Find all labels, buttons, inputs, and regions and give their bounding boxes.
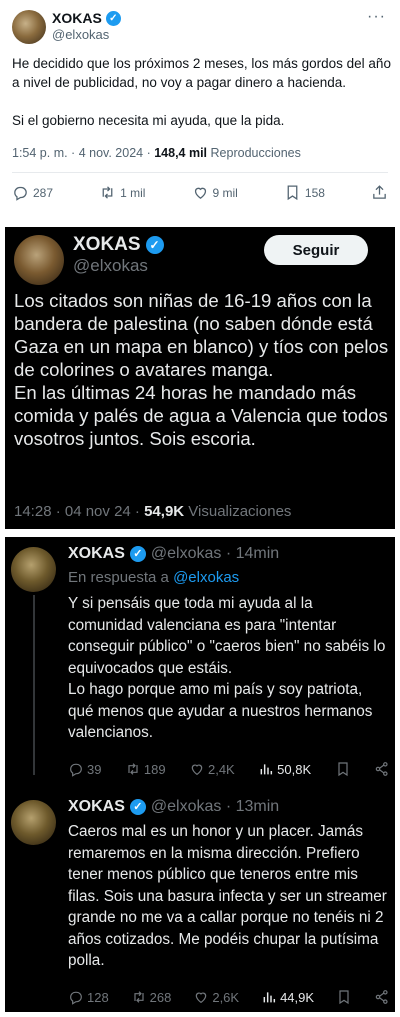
- follow-button[interactable]: Seguir: [264, 235, 368, 265]
- heart-icon: [191, 764, 203, 776]
- author-name[interactable]: XOKAS: [73, 234, 141, 256]
- like-count: 2,6K: [212, 989, 240, 1005]
- like-count: 9 mil: [212, 185, 238, 200]
- like-button[interactable]: 2,6K: [193, 989, 239, 1005]
- avatar[interactable]: [11, 547, 56, 592]
- verified-icon: ✓: [129, 799, 146, 815]
- tweet-text: He decidido que los próximos 2 meses, lo…: [12, 54, 392, 149]
- bookmark-icon: [337, 762, 348, 777]
- verified-icon: ✓: [145, 236, 164, 254]
- author-name[interactable]: XOKAS: [68, 545, 125, 563]
- reply-icon: [14, 186, 27, 201]
- action-bar: 128 268 2,6K 44,9K: [68, 989, 390, 1005]
- retweet-count: 1 mil: [120, 185, 146, 200]
- verified-icon: ✓: [105, 10, 121, 26]
- reply-button[interactable]: 128: [68, 989, 109, 1005]
- heart-icon: [196, 992, 207, 1004]
- tweet-paragraph: Si el gobierno necesita mi ayuda, que la…: [12, 113, 285, 128]
- in-reply-prefix: En respuesta a: [68, 569, 174, 586]
- thread-line: [33, 595, 35, 775]
- avatar[interactable]: [12, 10, 46, 44]
- reply-count: 128: [87, 989, 109, 1005]
- divider: [12, 172, 388, 173]
- retweet-button[interactable]: 189: [125, 761, 166, 777]
- more-options-icon[interactable]: ···: [367, 8, 386, 26]
- action-bar: 39 189 2,4K 50,8K: [68, 761, 390, 777]
- tweet-meta: 1:54 p. m. · 4 nov. 2024 · 148,4 mil Rep…: [12, 146, 301, 160]
- handle-time[interactable]: @elxokas · 13min: [151, 798, 279, 816]
- share-button[interactable]: [374, 761, 390, 777]
- like-button[interactable]: 2,4K: [189, 761, 235, 777]
- bookmark-button[interactable]: 158: [284, 184, 325, 201]
- reply-icon: [70, 763, 82, 777]
- reply-header: XOKAS ✓ @elxokas · 14min: [68, 545, 279, 563]
- reply-tweet: XOKAS ✓ @elxokas · 14min En respuesta a …: [5, 537, 395, 782]
- retweet-button[interactable]: 1 mil: [99, 184, 145, 201]
- reply-button[interactable]: 39: [68, 761, 101, 777]
- retweet-count: 268: [149, 989, 172, 1005]
- views-button[interactable]: 50,8K: [258, 761, 311, 777]
- share-icon: [375, 990, 388, 1004]
- reply-button[interactable]: 287: [12, 184, 53, 201]
- tweet-timestamp[interactable]: 1:54 p. m. · 4 nov. 2024 ·: [12, 146, 154, 160]
- author-name-row[interactable]: XOKAS ✓: [52, 10, 121, 26]
- reply-icon: [70, 991, 82, 1005]
- heart-icon: [194, 187, 206, 199]
- retweet-count: 189: [143, 761, 166, 777]
- author-handle[interactable]: @elxokas: [52, 27, 109, 42]
- view-count: 44,9K: [280, 989, 315, 1005]
- avatar[interactable]: [11, 800, 56, 845]
- tweet-text: Caeros mal es un honor y un placer. Jamá…: [68, 823, 387, 969]
- author-name[interactable]: XOKAS: [68, 798, 125, 816]
- tweet-timestamp[interactable]: 14:28 · 04 nov 24 ·: [14, 503, 144, 520]
- bookmark-button[interactable]: [336, 989, 352, 1005]
- bar-chart-icon: [260, 764, 273, 775]
- author-name-row[interactable]: XOKAS ✓: [73, 234, 164, 256]
- like-count: 2,4K: [207, 761, 235, 777]
- view-label: Visualizaciones: [184, 503, 292, 520]
- share-button[interactable]: [374, 989, 390, 1005]
- bookmark-count: 158: [304, 185, 325, 200]
- reply-header: XOKAS ✓ @elxokas · 13min: [68, 798, 279, 816]
- action-bar: 287 1 mil 9 mil 158: [12, 184, 388, 201]
- tweet-text: Los citados son niñas de 16-19 años con …: [14, 290, 389, 449]
- handle-time[interactable]: @elxokas · 14min: [151, 545, 279, 563]
- in-reply-handle-link[interactable]: @elxokas: [173, 569, 239, 586]
- tweet-main: XOKAS ✓ @elxokas ··· He decidido que los…: [0, 0, 400, 222]
- bar-chart-icon: [263, 992, 276, 1003]
- like-button[interactable]: 9 mil: [192, 184, 238, 201]
- tweet-text: Y si pensáis que toda mi ayuda al la com…: [68, 595, 386, 741]
- bookmark-icon: [339, 990, 349, 1005]
- avatar[interactable]: [14, 235, 64, 285]
- reply-thread: XOKAS ✓ @elxokas · 14min En respuesta a …: [5, 537, 395, 1012]
- share-button[interactable]: [371, 184, 388, 201]
- view-count: 148,4 mil: [154, 146, 208, 160]
- tweet-paragraph: He decidido que los próximos 2 meses, lo…: [12, 56, 391, 90]
- verified-icon: ✓: [129, 546, 146, 562]
- reply-count: 287: [33, 185, 54, 200]
- in-reply-to: En respuesta a @elxokas: [68, 569, 239, 586]
- tweet-meta: 14:28 · 04 nov 24 · 54,9K Visualizacione…: [14, 503, 291, 520]
- bookmark-icon: [287, 185, 298, 201]
- view-label: Reproducciones: [207, 146, 301, 160]
- author-name[interactable]: XOKAS: [52, 10, 102, 26]
- share-icon: [375, 762, 388, 776]
- retweet-icon: [102, 186, 113, 199]
- retweet-icon: [128, 763, 138, 775]
- retweet-button[interactable]: 268: [131, 989, 172, 1005]
- reply-tweet: XOKAS ✓ @elxokas · 13min Caeros mal es u…: [5, 792, 395, 1012]
- view-count: 50,8K: [277, 761, 312, 777]
- view-count: 54,9K: [144, 503, 185, 520]
- author-handle[interactable]: @elxokas: [73, 256, 148, 276]
- quoted-tweet-screenshot: XOKAS ✓ @elxokas Seguir Los citados son …: [5, 227, 395, 529]
- share-icon: [373, 185, 386, 199]
- bookmark-button[interactable]: [335, 761, 351, 777]
- retweet-icon: [134, 991, 144, 1003]
- views-button[interactable]: 44,9K: [261, 989, 314, 1005]
- reply-count: 39: [87, 761, 102, 777]
